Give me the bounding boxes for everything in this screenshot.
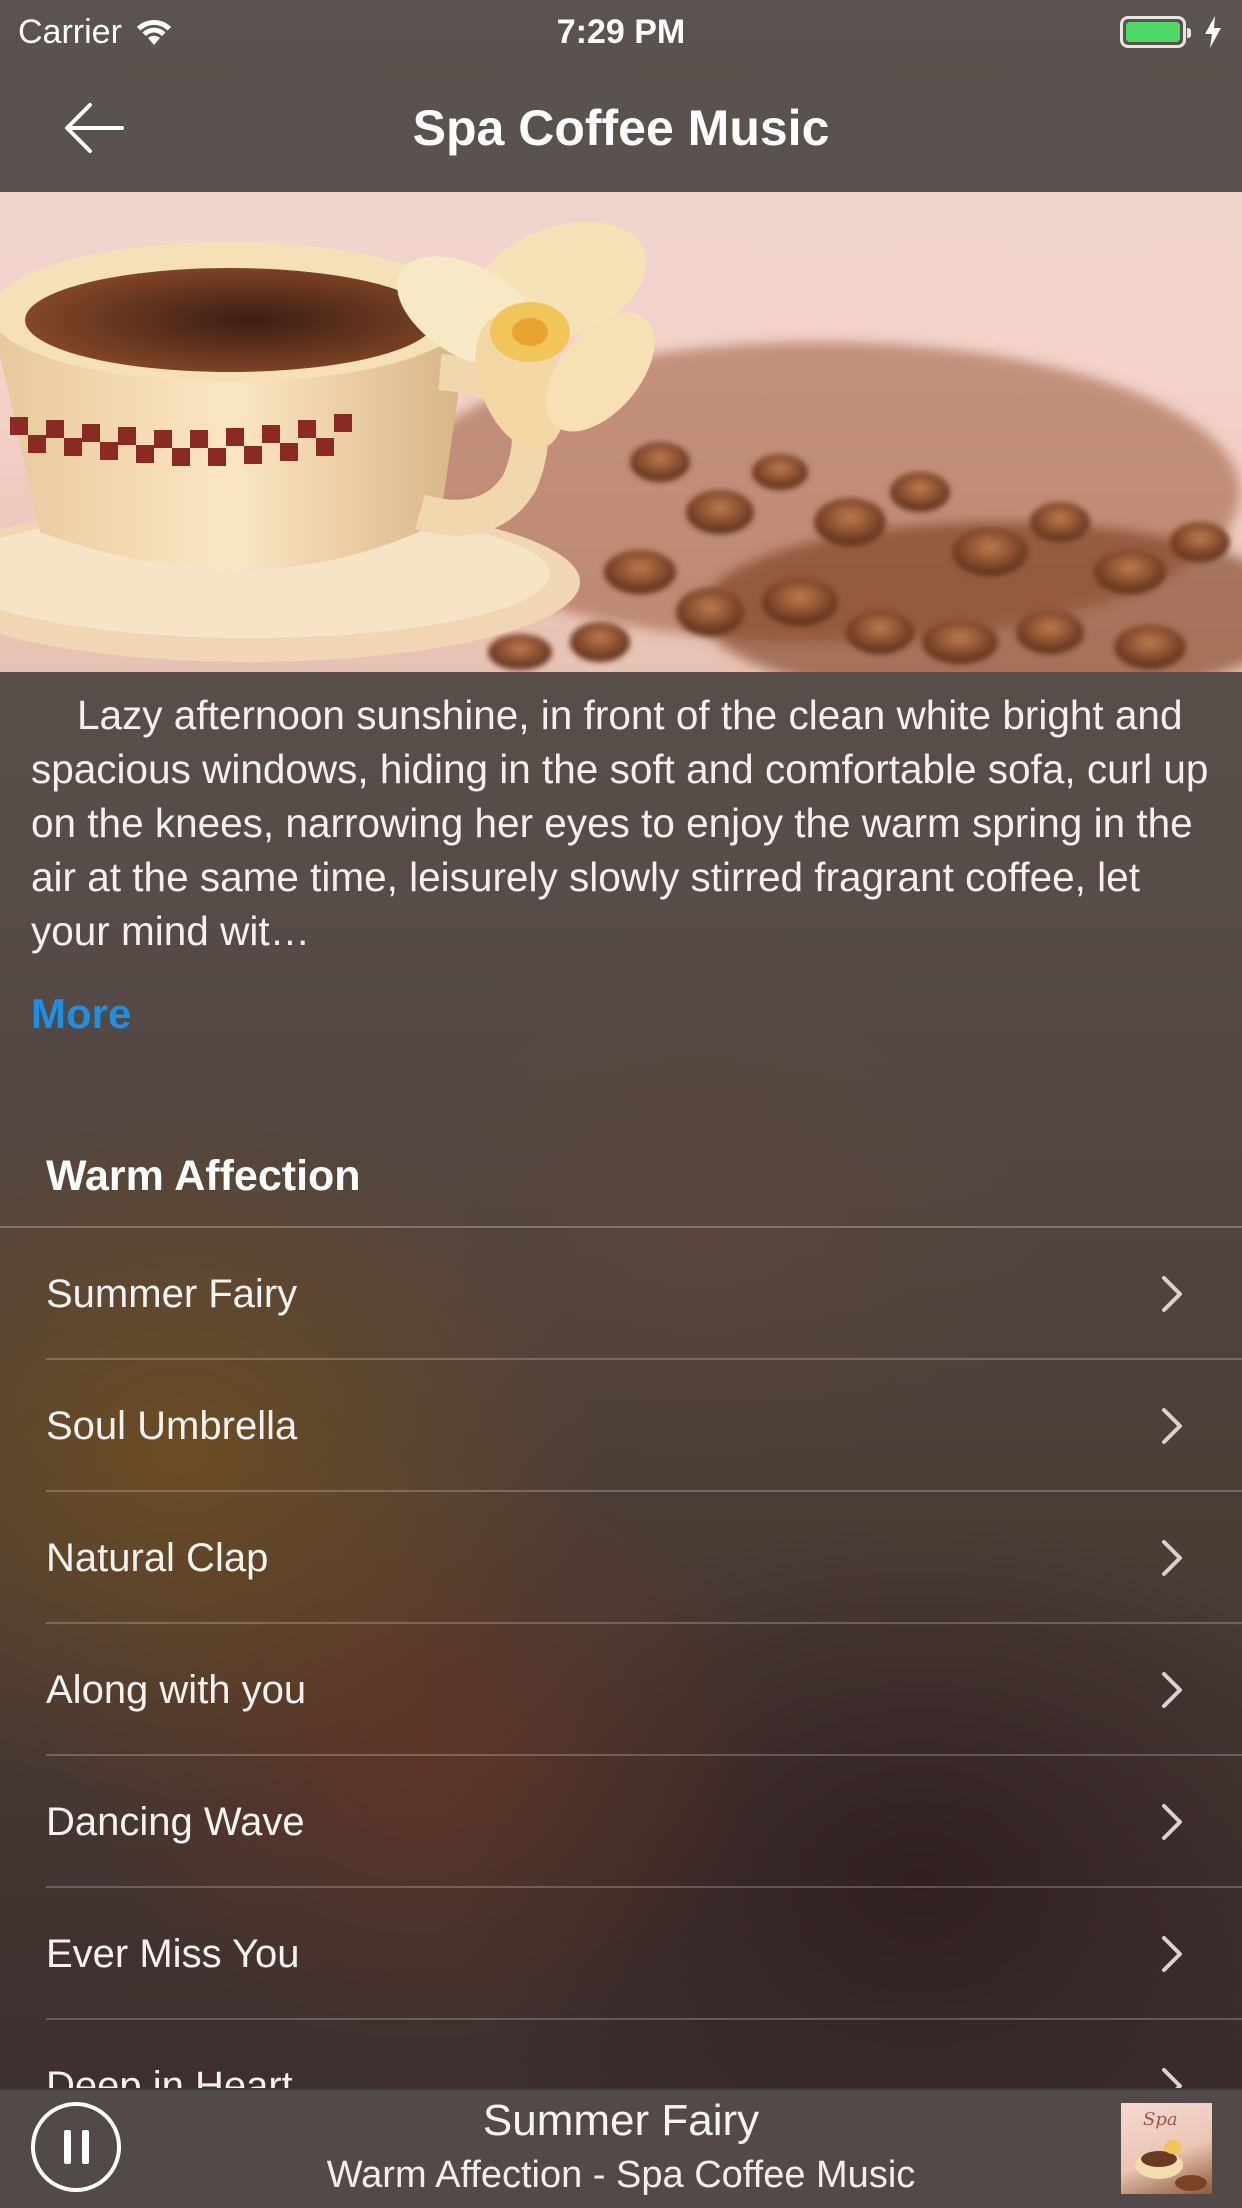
now-playing-title: Summer Fairy bbox=[482, 2096, 760, 2145]
chevron-right-icon bbox=[1162, 1804, 1182, 1840]
carrier-label: Carrier bbox=[18, 12, 122, 51]
battery-icon bbox=[1120, 16, 1191, 48]
album-art-illustration: Spa bbox=[1135, 2109, 1207, 2191]
status-time: 7:29 PM bbox=[556, 12, 686, 51]
battery-level bbox=[1126, 22, 1180, 42]
list-item[interactable]: Dancing Wave bbox=[0, 1756, 1242, 1888]
chevron-right-icon bbox=[1162, 1672, 1182, 1708]
charging-bolt-icon bbox=[1205, 16, 1221, 48]
section-header: Warm Affection bbox=[46, 1152, 361, 1200]
hero-image bbox=[0, 192, 1242, 672]
now-playing-subtitle: Warm Affection - Spa Coffee Music bbox=[326, 2154, 916, 2196]
nav-bar: Spa Coffee Music bbox=[0, 64, 1242, 192]
back-button[interactable] bbox=[58, 96, 130, 160]
track-title: Dancing Wave bbox=[46, 1799, 305, 1844]
track-title: Summer Fairy bbox=[46, 1271, 298, 1316]
list-item[interactable]: Ever Miss You bbox=[0, 1888, 1242, 2020]
list-item[interactable]: Along with you bbox=[0, 1624, 1242, 1756]
page-title: Spa Coffee Music bbox=[412, 100, 830, 156]
status-left: Carrier bbox=[18, 13, 174, 52]
arrow-left-icon bbox=[65, 103, 124, 153]
status-right bbox=[1120, 15, 1224, 49]
list-item[interactable]: Natural Clap bbox=[0, 1492, 1242, 1624]
coffee-cup-illustration bbox=[0, 221, 1242, 672]
track-title: Ever Miss You bbox=[46, 1931, 300, 1976]
album-art-label: Spa bbox=[1143, 2109, 1178, 2130]
track-title: Natural Clap bbox=[46, 1535, 269, 1580]
chevron-right-icon bbox=[1162, 1936, 1182, 1972]
track-list: Summer Fairy Soul Umbrella Natural Clap … bbox=[0, 1228, 1242, 2152]
album-art-thumbnail[interactable]: Spa bbox=[1121, 2103, 1212, 2194]
more-link[interactable]: More bbox=[31, 990, 131, 1038]
description-text: Lazy afternoon sunshine, in front of the… bbox=[31, 692, 1209, 954]
wifi-icon bbox=[136, 19, 171, 45]
track-title: Along with you bbox=[46, 1667, 307, 1712]
mini-player[interactable]: Summer Fairy Warm Affection - Spa Coffee… bbox=[0, 2088, 1242, 2208]
chevron-right-icon bbox=[1162, 1540, 1182, 1576]
chevron-right-icon bbox=[1162, 1408, 1182, 1444]
list-item[interactable]: Summer Fairy bbox=[0, 1228, 1242, 1360]
list-item[interactable]: Soul Umbrella bbox=[0, 1360, 1242, 1492]
track-title: Soul Umbrella bbox=[46, 1403, 298, 1448]
status-bar: Carrier 7:29 PM bbox=[0, 0, 1242, 64]
chevron-right-icon bbox=[1162, 1276, 1182, 1312]
player-divider bbox=[0, 2088, 1242, 2090]
